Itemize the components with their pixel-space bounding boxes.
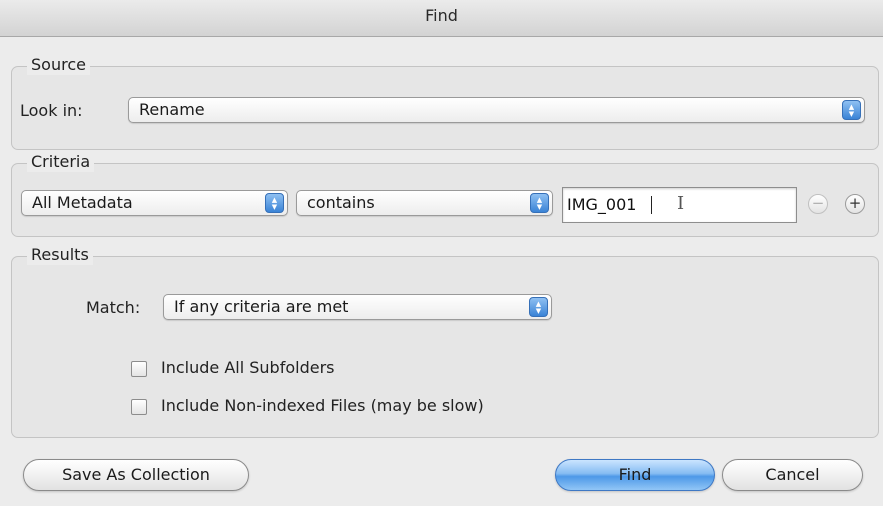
window-title: Find: [425, 6, 458, 25]
match-label: Match:: [86, 298, 141, 317]
results-legend: Results: [27, 245, 93, 265]
popup-arrows-icon: ▲ ▼: [530, 193, 549, 213]
cancel-button[interactable]: Cancel: [722, 459, 863, 491]
criteria-legend: Criteria: [27, 152, 95, 172]
look-in-value: Rename: [139, 100, 205, 119]
save-as-collection-button[interactable]: Save As Collection: [23, 459, 249, 491]
look-in-label: Look in:: [20, 101, 83, 120]
popup-arrows-icon: ▲ ▼: [529, 297, 548, 317]
text-caret: [651, 196, 652, 214]
source-legend: Source: [27, 55, 90, 75]
criteria-search-field[interactable]: IMG_001 I: [562, 187, 797, 223]
criteria-search-value: IMG_001: [567, 195, 637, 214]
match-value: If any criteria are met: [174, 297, 349, 316]
find-button[interactable]: Find: [555, 459, 715, 491]
criteria-field-popup[interactable]: All Metadata ▲ ▼: [21, 190, 288, 216]
popup-arrows-icon: ▲ ▼: [842, 100, 861, 120]
match-popup[interactable]: If any criteria are met ▲ ▼: [163, 294, 552, 320]
popup-arrows-icon: ▲ ▼: [265, 193, 284, 213]
remove-criteria-button[interactable]: −: [808, 194, 828, 214]
add-criteria-button[interactable]: +: [845, 194, 865, 214]
include-subfolders-checkbox[interactable]: [131, 361, 147, 377]
criteria-operator-value: contains: [307, 193, 375, 212]
include-nonindexed-label[interactable]: Include Non-indexed Files (may be slow): [161, 396, 484, 416]
minus-circle-icon: −: [811, 194, 825, 212]
window-titlebar[interactable]: Find: [0, 0, 883, 37]
include-nonindexed-checkbox[interactable]: [131, 399, 147, 415]
include-subfolders-label[interactable]: Include All Subfolders: [161, 358, 334, 378]
ibeam-cursor-icon: I: [677, 193, 685, 214]
look-in-popup[interactable]: Rename ▲ ▼: [128, 97, 865, 123]
criteria-field-value: All Metadata: [32, 193, 133, 212]
criteria-operator-popup[interactable]: contains ▲ ▼: [296, 190, 553, 216]
plus-circle-icon: +: [848, 194, 862, 212]
